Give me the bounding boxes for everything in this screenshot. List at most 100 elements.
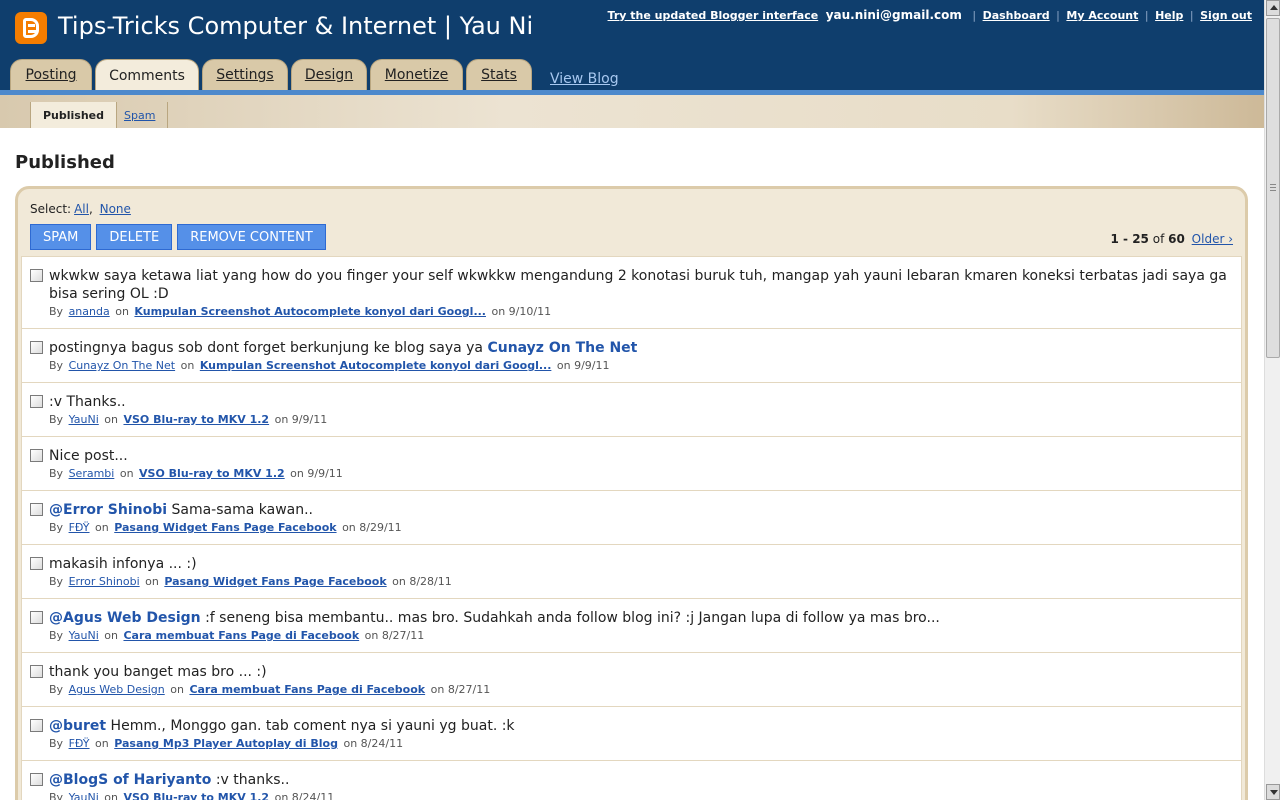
my-account-link[interactable]: My Account	[1066, 9, 1138, 22]
comment-checkbox[interactable]	[30, 341, 43, 354]
comment-author-link[interactable]: Error Shinobi	[69, 575, 140, 588]
tab-settings[interactable]: Settings	[202, 59, 288, 90]
comment-list: wkwkw saya ketawa liat yang how do you f…	[21, 256, 1242, 800]
remove-content-button[interactable]: REMOVE CONTENT	[177, 224, 326, 250]
older-link[interactable]: Older ›	[1192, 232, 1233, 246]
comment-post-link[interactable]: VSO Blu-ray to MKV 1.2	[123, 791, 269, 800]
comment-row: @buret Hemm., Monggo gan. tab coment nya…	[22, 707, 1241, 761]
comment-date: on 9/9/11	[274, 413, 328, 426]
reply-to-link[interactable]: @Agus Web Design	[49, 610, 201, 626]
comment-author-link[interactable]: Cunayz On The Net	[69, 359, 176, 372]
comments-subtabs: Published Spam	[0, 95, 1264, 128]
comment-post-link[interactable]: Cara membuat Fans Page di Facebook	[123, 629, 359, 642]
comment-text: :v thanks..	[215, 772, 290, 788]
spam-button[interactable]: SPAM	[30, 224, 92, 250]
comment-checkbox[interactable]	[30, 395, 43, 408]
scroll-up-arrow-icon[interactable]	[1266, 0, 1280, 16]
comment-meta: By ananda on Kumpulan Screenshot Autocom…	[49, 305, 1231, 318]
reply-to-link[interactable]: @buret	[49, 718, 106, 734]
comment-post-link[interactable]: VSO Blu-ray to MKV 1.2	[139, 467, 285, 480]
comment-checkbox[interactable]	[30, 665, 43, 678]
comment-meta: By Serambi on VSO Blu-ray to MKV 1.2 on …	[49, 467, 1231, 480]
comment-post-link[interactable]: Pasang Widget Fans Page Facebook	[164, 575, 386, 588]
comment-checkbox[interactable]	[30, 611, 43, 624]
comment-meta: By YauNi on Cara membuat Fans Page di Fa…	[49, 629, 1231, 642]
comment-date: on 9/9/11	[556, 359, 610, 372]
comment-text: Sama-sama kawan..	[171, 502, 314, 518]
comment-author-link[interactable]: FĐŸ	[69, 737, 90, 750]
comment-date: on 8/27/11	[430, 683, 491, 696]
comment-author-link[interactable]: YauNi	[69, 791, 99, 800]
comment-inline-link[interactable]: Cunayz On The Net	[487, 340, 637, 356]
pager-range: 1 - 25	[1110, 232, 1149, 246]
scroll-thumb[interactable]	[1266, 18, 1280, 358]
by-label: By	[49, 305, 64, 318]
comment-body: @BlogS of Hariyanto :v thanks..	[49, 771, 1231, 789]
comment-author-link[interactable]: Agus Web Design	[69, 683, 165, 696]
blog-title: Tips-Tricks Computer & Internet | Yau Ni	[58, 12, 534, 40]
comment-post-link[interactable]: Pasang Mp3 Player Autoplay di Blog	[114, 737, 338, 750]
comments-panel: Select: All, None SPAM DELETE REMOVE CONT…	[15, 186, 1248, 800]
select-none-link[interactable]: None	[100, 202, 131, 216]
comment-post-link[interactable]: Kumpulan Screenshot Autocomplete konyol …	[200, 359, 552, 372]
comment-post-link[interactable]: VSO Blu-ray to MKV 1.2	[123, 413, 269, 426]
comment-author-link[interactable]: FĐŸ	[69, 521, 90, 534]
comment-row: postingnya bagus sob dont forget berkunj…	[22, 329, 1241, 383]
comment-body: @Agus Web Design :f seneng bisa membantu…	[49, 609, 1231, 627]
comment-meta: By FĐŸ on Pasang Mp3 Player Autoplay di …	[49, 737, 1231, 750]
bulk-actions: SPAM DELETE REMOVE CONTENT	[30, 224, 331, 250]
comment-body: wkwkw saya ketawa liat yang how do you f…	[49, 267, 1231, 303]
by-label: By	[49, 467, 64, 480]
subtab-published[interactable]: Published	[30, 102, 118, 128]
comment-author-link[interactable]: YauNi	[69, 413, 99, 426]
comment-checkbox[interactable]	[30, 449, 43, 462]
dashboard-link[interactable]: Dashboard	[983, 9, 1050, 22]
comment-post-link[interactable]: Pasang Widget Fans Page Facebook	[114, 521, 336, 534]
blogger-logo-icon[interactable]	[15, 12, 47, 44]
reply-to-link[interactable]: @BlogS of Hariyanto	[49, 772, 211, 788]
comment-author-link[interactable]: Serambi	[69, 467, 115, 480]
pager: 1 - 25 of 60 Older ›	[1111, 232, 1233, 246]
comment-checkbox[interactable]	[30, 773, 43, 786]
comment-meta: By FĐŸ on Pasang Widget Fans Page Facebo…	[49, 521, 1231, 534]
by-label: By	[49, 791, 64, 800]
subtab-spam[interactable]: Spam	[112, 102, 169, 128]
comment-body: Nice post...	[49, 447, 1231, 465]
comment-meta: By YauNi on VSO Blu-ray to MKV 1.2 on 8/…	[49, 791, 1231, 800]
sign-out-link[interactable]: Sign out	[1200, 9, 1252, 22]
comment-author-link[interactable]: YauNi	[69, 629, 99, 642]
comment-date: on 8/28/11	[392, 575, 452, 588]
scroll-down-arrow-icon[interactable]	[1266, 784, 1280, 800]
view-blog-link[interactable]: View Blog	[550, 59, 619, 90]
try-updated-interface-link[interactable]: Try the updated Blogger interface	[608, 9, 819, 22]
tab-monetize[interactable]: Monetize	[370, 59, 463, 90]
reply-to-link[interactable]: @Error Shinobi	[49, 502, 167, 518]
page-title: Published	[15, 152, 115, 173]
comment-checkbox[interactable]	[30, 503, 43, 516]
vertical-scrollbar[interactable]	[1264, 0, 1280, 800]
comment-checkbox[interactable]	[30, 557, 43, 570]
comment-date: on 9/10/11	[491, 305, 552, 318]
comment-post-link[interactable]: Kumpulan Screenshot Autocomplete konyol …	[134, 305, 486, 318]
comment-meta: By Error Shinobi on Pasang Widget Fans P…	[49, 575, 1231, 588]
comment-author-link[interactable]: ananda	[69, 305, 110, 318]
tab-posting[interactable]: Posting	[10, 59, 92, 90]
by-label: By	[49, 737, 64, 750]
main-tabs: Posting Comments Settings Design Monetiz…	[10, 59, 619, 92]
tab-stats[interactable]: Stats	[466, 59, 532, 90]
comment-post-link[interactable]: Cara membuat Fans Page di Facebook	[189, 683, 425, 696]
comment-row: @Agus Web Design :f seneng bisa membantu…	[22, 599, 1241, 653]
by-label: By	[49, 521, 64, 534]
on-label: on	[119, 467, 134, 480]
select-all-link[interactable]: All	[74, 202, 89, 216]
comment-checkbox[interactable]	[30, 269, 43, 282]
comment-date: on 8/24/11	[274, 791, 335, 800]
delete-button[interactable]: DELETE	[96, 224, 173, 250]
help-link[interactable]: Help	[1155, 9, 1183, 22]
on-label: on	[95, 521, 109, 534]
comment-body: @buret Hemm., Monggo gan. tab coment nya…	[49, 717, 1231, 735]
tab-comments[interactable]: Comments	[95, 59, 199, 92]
tab-design[interactable]: Design	[291, 59, 367, 90]
comment-checkbox[interactable]	[30, 719, 43, 732]
top-links: Try the updated Blogger interface yau.ni…	[608, 8, 1252, 22]
